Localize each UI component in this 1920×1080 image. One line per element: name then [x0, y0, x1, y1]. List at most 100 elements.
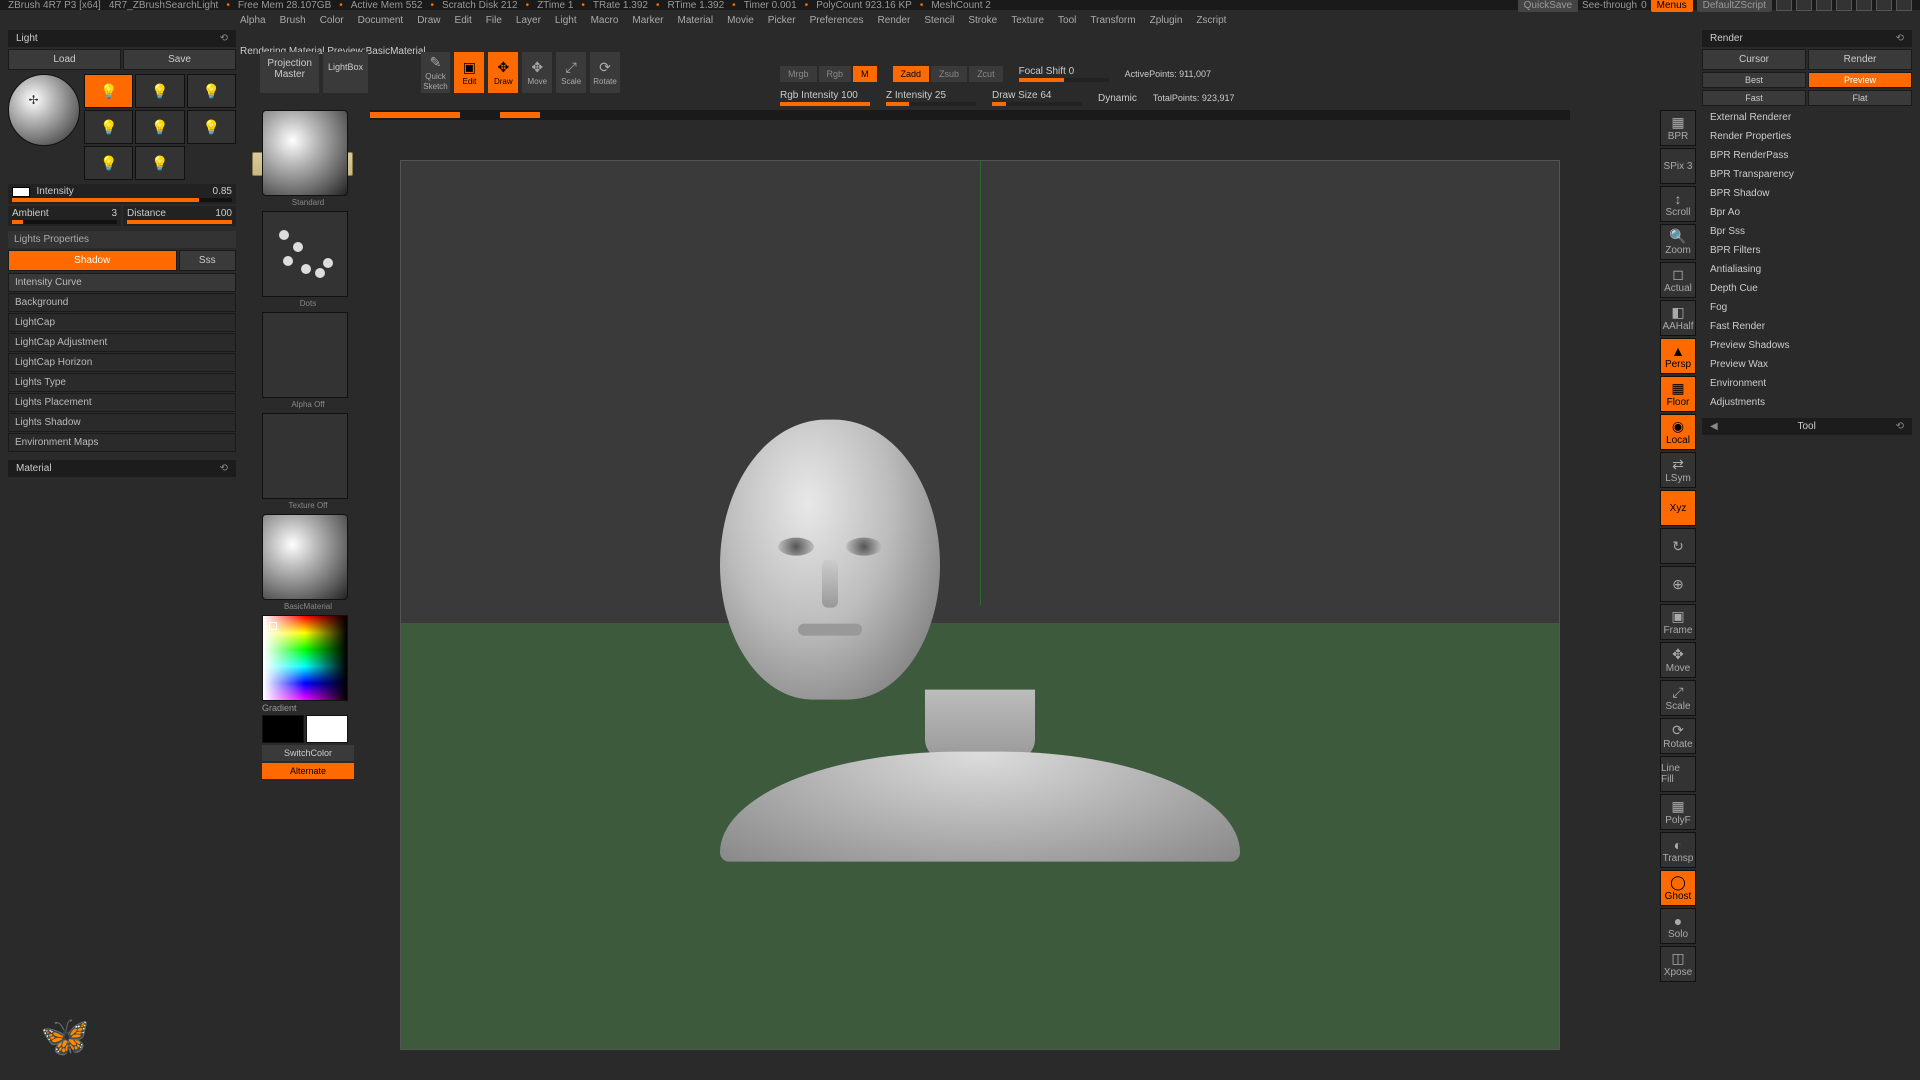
win-btn-3[interactable]	[1816, 0, 1832, 11]
intensity-slider[interactable]: Intensity 0.85	[8, 184, 236, 204]
light-slot-5[interactable]: 💡	[135, 110, 184, 144]
menu-file[interactable]: File	[486, 15, 502, 26]
actual-button[interactable]: ◻Actual	[1660, 262, 1696, 298]
zoom-button[interactable]: 🔍Zoom	[1660, 224, 1696, 260]
reload-icon-2[interactable]: ⟲	[220, 463, 228, 474]
section-lights-type[interactable]: Lights Type	[8, 373, 236, 392]
lights-properties-header[interactable]: Lights Properties	[8, 231, 236, 248]
light-slot-3[interactable]: 💡	[187, 74, 236, 108]
render-item-external[interactable]: External Renderer	[1702, 108, 1912, 127]
win-btn-2[interactable]	[1796, 0, 1812, 11]
render-item-sss[interactable]: Bpr Sss	[1702, 222, 1912, 241]
edit-button[interactable]: ▣Edit	[454, 52, 484, 93]
render-item-prevshadows[interactable]: Preview Shadows	[1702, 336, 1912, 355]
distance-slider[interactable]: Distance 100	[123, 206, 236, 226]
render-item-environment[interactable]: Environment	[1702, 374, 1912, 393]
rotate-nav-button[interactable]: ⟳Rotate	[1660, 718, 1696, 754]
gradient-label[interactable]: Gradient	[262, 703, 354, 713]
polyf-button[interactable]: ▦PolyF	[1660, 794, 1696, 830]
model-bust[interactable]	[720, 420, 1240, 862]
light-color-swatch[interactable]	[12, 187, 30, 197]
lsym-button[interactable]: ⇄LSym	[1660, 452, 1696, 488]
stroke-swatch[interactable]	[262, 211, 348, 297]
win-btn-1[interactable]	[1776, 0, 1792, 11]
render-item-transparency[interactable]: BPR Transparency	[1702, 165, 1912, 184]
win-close[interactable]	[1896, 0, 1912, 11]
zcut-button[interactable]: Zcut	[969, 66, 1003, 82]
light-direction-sphere[interactable]: ✢	[8, 74, 80, 146]
floor-button[interactable]: ▦Floor	[1660, 376, 1696, 412]
section-lightcap[interactable]: LightCap	[8, 313, 236, 332]
menu-movie[interactable]: Movie	[727, 15, 754, 26]
best-button[interactable]: Best	[1702, 72, 1806, 88]
render-item-depthcue[interactable]: Depth Cue	[1702, 279, 1912, 298]
menu-zplugin[interactable]: Zplugin	[1150, 15, 1183, 26]
menu-brush[interactable]: Brush	[280, 15, 306, 26]
menu-color[interactable]: Color	[320, 15, 344, 26]
nav-z-button[interactable]: ⊕	[1660, 566, 1696, 602]
local-button[interactable]: ◉Local	[1660, 414, 1696, 450]
render-item-prevwax[interactable]: Preview Wax	[1702, 355, 1912, 374]
render-item-renderpass[interactable]: BPR RenderPass	[1702, 146, 1912, 165]
render-item-ao[interactable]: Bpr Ao	[1702, 203, 1912, 222]
light-slot-4[interactable]: 💡	[84, 110, 133, 144]
ambient-slider[interactable]: Ambient 3	[8, 206, 121, 226]
menu-layer[interactable]: Layer	[516, 15, 541, 26]
nav-y-button[interactable]: ↻	[1660, 528, 1696, 564]
rgb-button[interactable]: Rgb	[819, 66, 852, 82]
layout-button[interactable]: DefaultZScript	[1697, 0, 1772, 12]
alpha-swatch[interactable]	[262, 312, 348, 398]
spix-button[interactable]: SPix 3	[1660, 148, 1696, 184]
section-lightcap-adj[interactable]: LightCap Adjustment	[8, 333, 236, 352]
lightbox-button[interactable]: LightBox	[323, 52, 367, 93]
solo-button[interactable]: ●Solo	[1660, 908, 1696, 944]
z-intensity-slider[interactable]: Z Intensity 25	[886, 90, 976, 106]
section-lights-placement[interactable]: Lights Placement	[8, 393, 236, 412]
render-item-fog[interactable]: Fog	[1702, 298, 1912, 317]
win-btn-4[interactable]	[1836, 0, 1852, 11]
light-slot-8[interactable]: 💡	[135, 146, 184, 180]
menu-alpha[interactable]: Alpha	[240, 15, 266, 26]
xpose-button[interactable]: ◫Xpose	[1660, 946, 1696, 982]
menu-material[interactable]: Material	[678, 15, 714, 26]
focal-shift-slider[interactable]: Focal Shift 0	[1019, 66, 1109, 82]
scale-button[interactable]: ⤢Scale	[556, 52, 586, 93]
rgb-intensity-slider[interactable]: Rgb Intensity 100	[780, 90, 870, 106]
linefill-button[interactable]: Line Fill	[1660, 756, 1696, 792]
canvas[interactable]	[400, 160, 1560, 1050]
render-item-filters[interactable]: BPR Filters	[1702, 241, 1912, 260]
quicksave-button[interactable]: QuickSave	[1518, 0, 1578, 12]
menu-macro[interactable]: Macro	[591, 15, 619, 26]
section-env-maps[interactable]: Environment Maps	[8, 433, 236, 452]
frame-button[interactable]: ▣Frame	[1660, 604, 1696, 640]
menu-tool[interactable]: Tool	[1058, 15, 1076, 26]
render-item-antialiasing[interactable]: Antialiasing	[1702, 260, 1912, 279]
draw-size-slider[interactable]: Draw Size 64	[992, 90, 1082, 106]
menu-stencil[interactable]: Stencil	[924, 15, 954, 26]
light-slot-7[interactable]: 💡	[84, 146, 133, 180]
preview-button[interactable]: Preview	[1808, 72, 1912, 88]
primary-color-swatch[interactable]	[306, 715, 348, 743]
switchcolor-button[interactable]: SwitchColor	[262, 745, 354, 761]
color-picker[interactable]	[262, 615, 348, 701]
reload-icon-4[interactable]: ⟲	[1896, 421, 1904, 432]
menu-draw[interactable]: Draw	[417, 15, 440, 26]
brush-swatch[interactable]	[262, 110, 348, 196]
flat-button[interactable]: Flat	[1808, 90, 1912, 106]
section-background[interactable]: Background	[8, 293, 236, 312]
render-item-fastrender[interactable]: Fast Render	[1702, 317, 1912, 336]
menu-texture[interactable]: Texture	[1011, 15, 1044, 26]
move-nav-button[interactable]: ✥Move	[1660, 642, 1696, 678]
menu-transform[interactable]: Transform	[1090, 15, 1135, 26]
reload-icon-3[interactable]: ⟲	[1896, 33, 1904, 44]
scale-nav-button[interactable]: ⤢Scale	[1660, 680, 1696, 716]
ghost-button[interactable]: ◯Ghost	[1660, 870, 1696, 906]
zadd-button[interactable]: Zadd	[893, 66, 930, 82]
dynamic-label[interactable]: Dynamic	[1098, 93, 1137, 104]
alternate-button[interactable]: Alternate	[262, 763, 354, 779]
render-item-shadow[interactable]: BPR Shadow	[1702, 184, 1912, 203]
menu-document[interactable]: Document	[358, 15, 404, 26]
persp-button[interactable]: ▲Persp	[1660, 338, 1696, 374]
texture-swatch[interactable]	[262, 413, 348, 499]
light-slot-2[interactable]: 💡	[135, 74, 184, 108]
